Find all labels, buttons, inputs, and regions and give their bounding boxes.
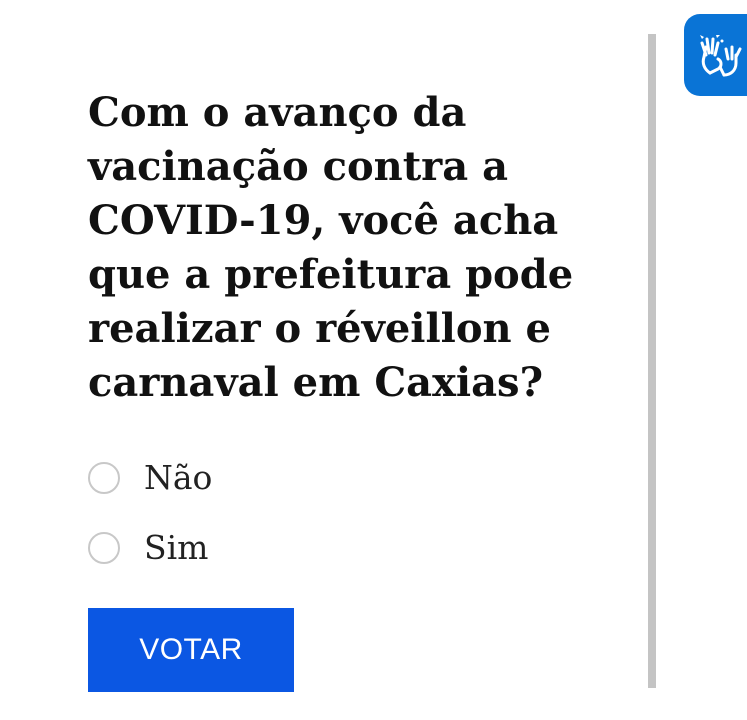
poll-card: Com o avanço da vacinação contra a COVID… xyxy=(0,0,640,720)
option-label: Sim xyxy=(144,528,209,567)
sign-language-hands-icon xyxy=(699,35,741,77)
vote-button[interactable]: VOTAR xyxy=(88,608,294,692)
accessibility-widget-button[interactable] xyxy=(684,14,747,96)
poll-option-nao[interactable]: Não xyxy=(88,454,212,502)
page: Com o avanço da vacinação contra a COVID… xyxy=(0,0,747,720)
poll-question: Com o avanço da vacinação contra a COVID… xyxy=(88,89,574,406)
radio-button[interactable] xyxy=(88,462,120,494)
radio-button[interactable] xyxy=(88,532,120,564)
vertical-divider xyxy=(648,34,656,688)
poll-option-sim[interactable]: Sim xyxy=(88,524,208,572)
option-label: Não xyxy=(144,458,213,497)
